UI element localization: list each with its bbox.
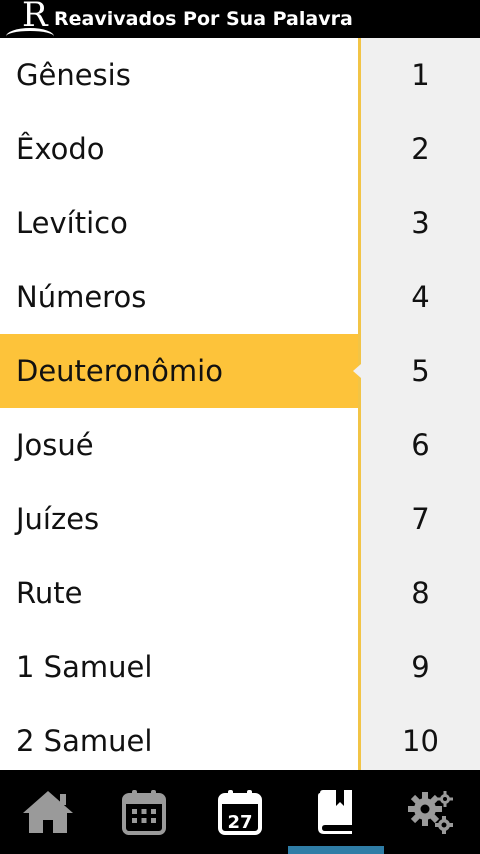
tab-calendar[interactable] (96, 770, 192, 854)
app-title: Reavivados Por Sua Palavra (54, 8, 353, 30)
tab-today[interactable]: 27 (192, 770, 288, 854)
book-item[interactable]: 1 Samuel (0, 630, 358, 704)
book-item[interactable]: Levítico (0, 186, 358, 260)
home-icon (23, 791, 73, 833)
chapter-list[interactable]: 1 2 3 4 5 6 7 8 9 10 (361, 38, 480, 770)
chapter-item[interactable]: 8 (361, 556, 480, 630)
tab-home[interactable] (0, 770, 96, 854)
book-item[interactable]: Rute (0, 556, 358, 630)
book-item[interactable]: Êxodo (0, 112, 358, 186)
book-item[interactable]: Números (0, 260, 358, 334)
tab-bible[interactable] (288, 770, 384, 854)
calendar-day-number: 27 (227, 812, 252, 833)
chapter-item[interactable]: 2 (361, 112, 480, 186)
book-name: Números (16, 280, 147, 314)
chapter-item[interactable]: 6 (361, 408, 480, 482)
book-item[interactable]: Juízes (0, 482, 358, 556)
book-name: Rute (16, 576, 83, 610)
book-icon (318, 790, 352, 834)
chapter-item[interactable]: 10 (361, 704, 480, 770)
book-item[interactable]: 2 Samuel (0, 704, 358, 770)
book-item[interactable]: Gênesis (0, 38, 358, 112)
book-name: Gênesis (16, 58, 131, 92)
book-item-selected[interactable]: Deuteronômio (0, 334, 358, 408)
active-tab-indicator (288, 846, 384, 854)
book-name: Deuteronômio (16, 354, 223, 388)
book-name: Êxodo (16, 132, 105, 166)
book-name: Josué (16, 428, 94, 462)
book-list[interactable]: Gênesis Êxodo Levítico Números Deuteronô… (0, 38, 358, 770)
bottom-tab-bar: 27 (0, 770, 480, 854)
chapter-item[interactable]: 7 (361, 482, 480, 556)
selection-pointer (353, 364, 361, 378)
book-name: Levítico (16, 206, 128, 240)
title-bar: R Reavivados Por Sua Palavra (0, 0, 480, 38)
book-name: 2 Samuel (16, 724, 153, 758)
chapter-item[interactable]: 3 (361, 186, 480, 260)
chapter-item[interactable]: 4 (361, 260, 480, 334)
calendar-icon (122, 790, 166, 835)
book-item[interactable]: Josué (0, 408, 358, 482)
calendar-day-icon: 27 (218, 790, 262, 835)
gears-icon (408, 791, 453, 834)
book-name: 1 Samuel (16, 650, 153, 684)
tab-settings[interactable] (384, 770, 480, 854)
chapter-item[interactable]: 5 (361, 334, 480, 408)
chapter-item[interactable]: 9 (361, 630, 480, 704)
book-name: Juízes (16, 502, 100, 536)
chapter-item[interactable]: 1 (361, 38, 480, 112)
